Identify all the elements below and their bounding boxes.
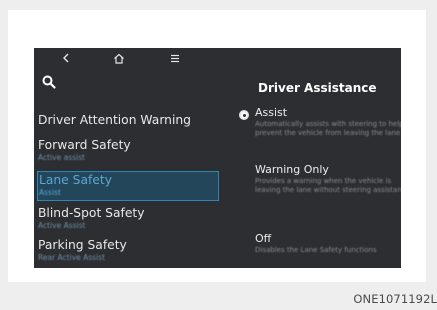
infotainment-screen: Driver Attention Warning Forward Safety …: [34, 48, 401, 268]
menu-item-status: Active Assist: [38, 221, 86, 230]
option-description: Automatically assists with steering to h…: [255, 120, 401, 137]
menu-item-status: Rear Active Assist: [38, 253, 106, 262]
menu-item-label: Blind-Spot Safety: [38, 206, 145, 220]
search-icon: [42, 75, 56, 89]
back-button[interactable]: [56, 49, 76, 67]
driver-assistance-panel: Driver Assistance Assist Automatically a…: [230, 48, 401, 268]
menu-button[interactable]: [165, 49, 185, 67]
search-button[interactable]: [38, 71, 60, 93]
menu-item-parking-safety[interactable]: Parking Safety Rear Active Assist: [38, 238, 220, 262]
menu-item-status: Active assist: [38, 153, 85, 162]
menu-item-forward-safety[interactable]: Forward Safety Active assist: [38, 138, 220, 162]
figure-code: ONE1071192L: [353, 292, 437, 306]
settings-menu-list: Driver Attention Warning Forward Safety …: [34, 94, 224, 268]
menu-item-label: Driver Attention Warning: [38, 113, 191, 127]
menu-item-label: Parking Safety: [38, 238, 127, 252]
menu-item-blind-spot-safety[interactable]: Blind-Spot Safety Active Assist: [38, 206, 220, 230]
option-label: Assist: [255, 106, 288, 119]
option-label: Warning Only: [255, 163, 329, 176]
radio-selected-icon[interactable]: [239, 110, 249, 120]
option-description: Disables the Lane Safety functions: [255, 246, 377, 254]
panel-title: Driver Assistance: [258, 81, 377, 95]
option-off[interactable]: Off Disables the Lane Safety functions: [235, 232, 397, 255]
home-icon: [114, 53, 124, 64]
menu-item-lane-safety[interactable]: Lane Safety Assist: [37, 171, 219, 201]
option-description: Provides a warning when the vehicle is l…: [255, 177, 401, 194]
menu-item-driver-attention-warning[interactable]: Driver Attention Warning: [38, 113, 220, 128]
home-button[interactable]: [109, 49, 129, 67]
option-label: Off: [255, 232, 272, 245]
top-nav-bar: [34, 48, 194, 70]
option-warning-only[interactable]: Warning Only Provides a warning when the…: [235, 163, 401, 194]
menu-item-label: Lane Safety: [39, 173, 112, 187]
option-assist[interactable]: Assist Automatically assists with steeri…: [235, 106, 401, 137]
menu-icon: [171, 54, 179, 62]
menu-item-status: Assist: [39, 188, 61, 197]
menu-item-label: Forward Safety: [38, 138, 131, 152]
back-arrow-icon: [63, 53, 69, 63]
